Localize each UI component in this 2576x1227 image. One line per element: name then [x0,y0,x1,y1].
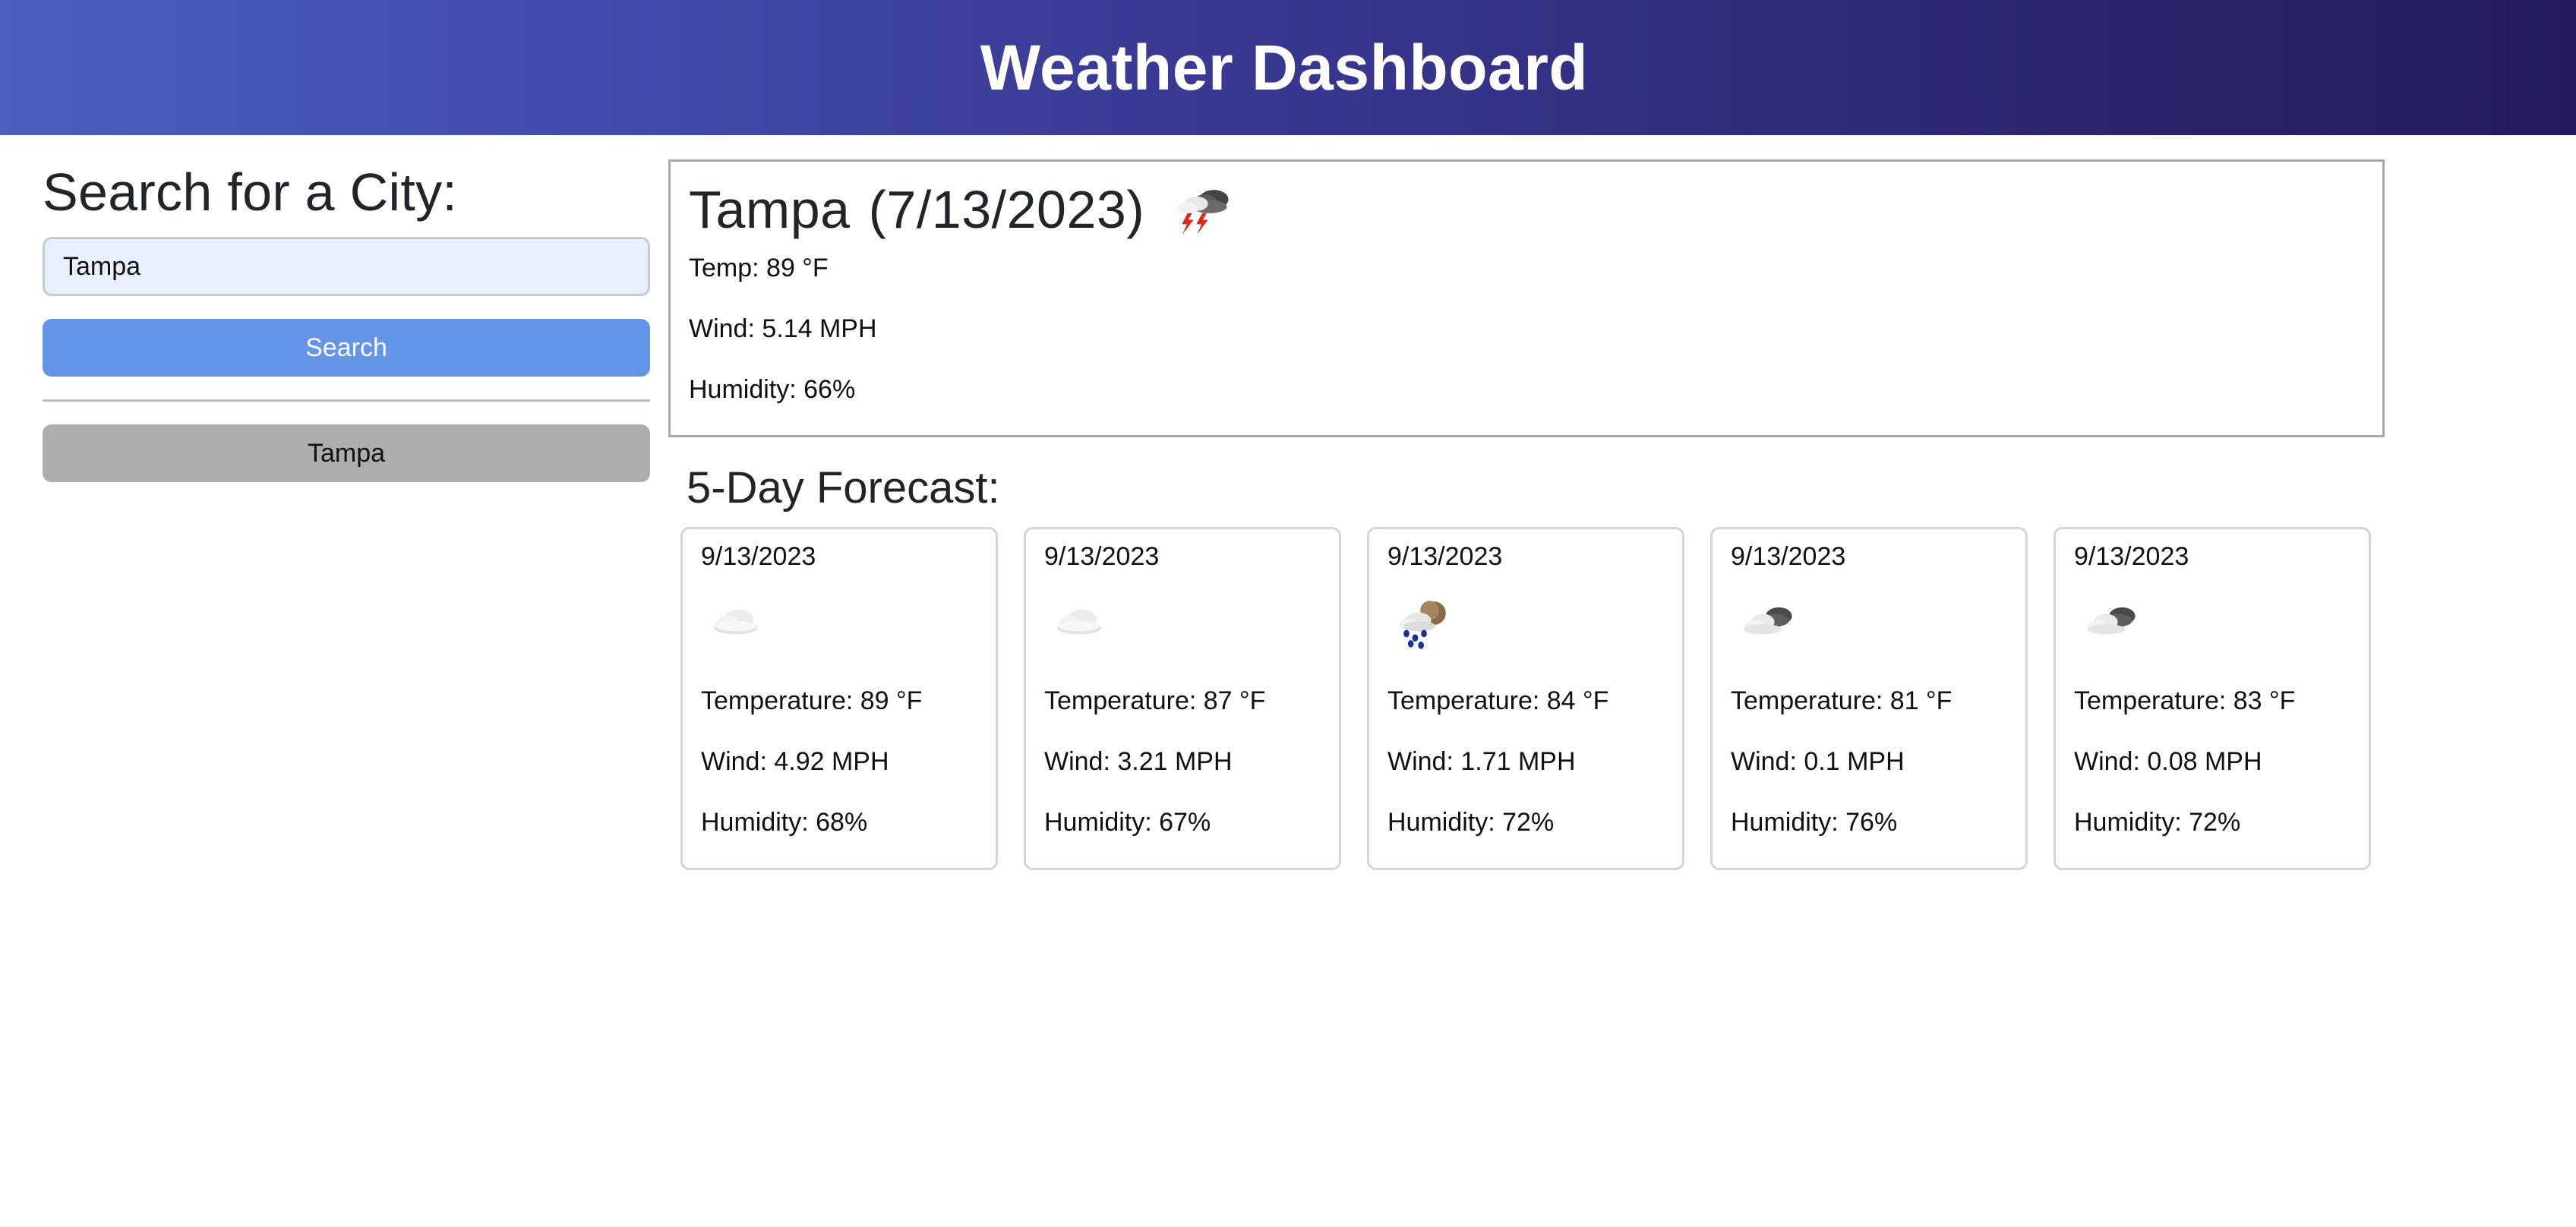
forecast-temp: Temperature: 89 °F [701,686,923,715]
forecast-wind: Wind: 3.21 MPH [1044,747,1233,776]
search-heading: Search for a City: [43,162,458,222]
forecast-temp: Temperature: 84 °F [1387,686,1609,715]
broken-clouds-icon [1744,607,1792,635]
current-weather-title: Tampa (7/13/2023) [689,175,2364,244]
search-button[interactable]: Search [43,319,650,377]
thunderstorm-icon [1177,190,1229,235]
main-container: Search for a City: Search Tampa Tampa (7… [0,135,2576,1227]
forecast-card: 9/13/2023 Temperature: 81 °F Wind: 0.1 M… [1710,527,2028,870]
forecast-cards: 9/13/2023 Temperature: 89 °F Wind: 4.92 … [680,527,2371,870]
current-temp: Temp: 89 °F [689,254,829,282]
current-wind: Wind: 5.14 MPH [689,314,877,343]
forecast-humidity: Humidity: 72% [2074,808,2241,837]
forecast-humidity: Humidity: 68% [701,808,868,837]
forecast-temp: Temperature: 81 °F [1731,686,1953,715]
forecast-date: 9/13/2023 [2074,542,2189,571]
cloud-icon [1057,609,1101,635]
forecast-wind: Wind: 4.92 MPH [701,747,889,776]
sidebar-divider [43,399,650,402]
forecast-card: 9/13/2023 Temperature: 89 °F Wind: 4.92 … [680,527,998,870]
forecast-humidity: Humidity: 76% [1731,808,1898,837]
forecast-wind: Wind: 0.1 MPH [1731,747,1905,776]
forecast-card: 9/13/2023 Temperature: 84 °F Wind: 1.71 … [1367,527,1684,870]
search-sidebar: Search for a City: Search Tampa [43,158,650,482]
cloud-icon [714,609,758,635]
current-weather-panel: Tampa (7/13/2023) Temp: 89 °F Wind: 5.14… [668,159,2385,437]
forecast-temp: Temperature: 83 °F [2074,686,2296,715]
forecast-heading: 5-Day Forecast: [687,463,1000,513]
forecast-temp: Temperature: 87 °F [1044,686,1266,715]
rain-moon-icon [1399,601,1446,649]
forecast-card: 9/13/2023 Temperature: 83 °F Wind: 0.08 … [2054,527,2371,870]
forecast-date: 9/13/2023 [1387,542,1503,571]
current-date: (7/13/2023) [868,180,1145,239]
forecast-card: 9/13/2023 Temperature: 87 °F Wind: 3.21 … [1024,527,1341,870]
page-title: Weather Dashboard [980,31,1589,103]
current-humidity: Humidity: 66% [689,375,856,404]
current-city: Tampa [689,180,851,239]
forecast-date: 9/13/2023 [1044,542,1160,571]
forecast-humidity: Humidity: 72% [1387,808,1555,837]
history-button-tampa[interactable]: Tampa [43,424,650,482]
forecast-wind: Wind: 0.08 MPH [2074,747,2262,776]
city-search-input[interactable] [43,237,650,296]
forecast-date: 9/13/2023 [1731,542,1846,571]
forecast-wind: Wind: 1.71 MPH [1387,747,1576,776]
forecast-date: 9/13/2023 [701,542,816,571]
forecast-humidity: Humidity: 67% [1044,808,1211,837]
app-header: Weather Dashboard [0,0,2576,135]
broken-clouds-icon [2087,607,2136,635]
